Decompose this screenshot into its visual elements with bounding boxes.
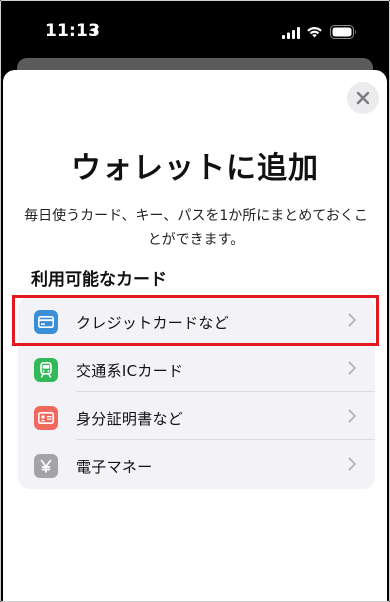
list-item-e-money[interactable]: 電子マネー xyxy=(18,441,375,488)
section-title-available-cards: 利用可能なカード xyxy=(31,270,167,290)
list-item-label: 電子マネー xyxy=(76,458,153,476)
status-bar: 11:13 xyxy=(1,1,389,65)
chevron-right-icon xyxy=(348,361,356,375)
yen-icon xyxy=(34,454,58,478)
battery-icon xyxy=(330,25,356,39)
phone-screen: 11:13 ウォレットに追加 毎日使うカード、キー、パスを1か所にまとめておくこ… xyxy=(0,0,390,602)
location-arrow-icon xyxy=(89,26,99,36)
close-button[interactable] xyxy=(347,82,379,114)
list-item-id-card[interactable]: 身分証明書など xyxy=(18,393,375,440)
page-subtitle: 毎日使うカード、キー、パスを1か所にまとめておくことができます。 xyxy=(24,208,368,248)
divider xyxy=(76,391,375,392)
chevron-right-icon xyxy=(348,409,356,423)
divider xyxy=(76,439,375,440)
cellular-signal-icon xyxy=(282,27,300,39)
highlight-box xyxy=(12,295,379,346)
chevron-right-icon xyxy=(348,457,356,471)
page-title: ウォレットに追加 xyxy=(71,151,319,186)
close-icon xyxy=(356,91,370,105)
wifi-icon xyxy=(307,26,322,38)
list-item-transit-ic-card[interactable]: 交通系ICカード xyxy=(18,345,375,392)
list-item-label: 交通系ICカード xyxy=(76,362,184,380)
id-card-icon xyxy=(34,406,58,430)
train-icon xyxy=(34,358,58,382)
list-item-label: 身分証明書など xyxy=(76,410,184,428)
